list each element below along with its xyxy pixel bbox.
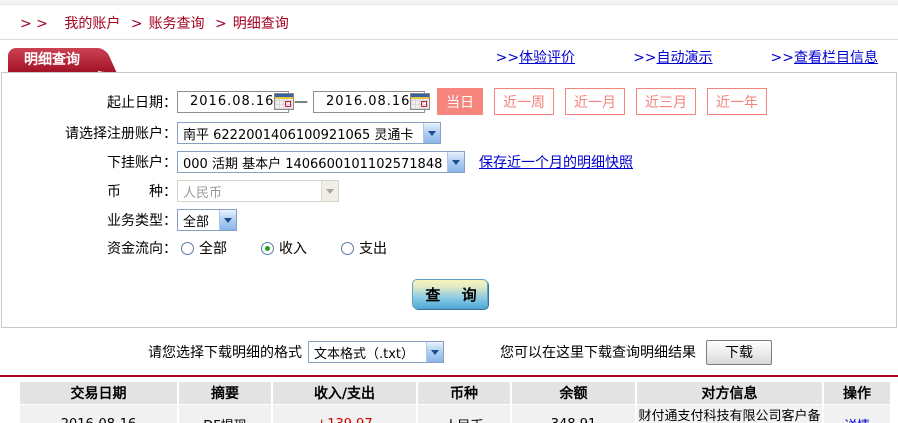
date-separator: — <box>294 93 308 110</box>
currency-select: 人民币 <box>177 180 339 202</box>
sub-account-row: 下挂账户： 000 活期 基本户 1406600101102571848 保存近… <box>2 151 896 173</box>
calendar-icon[interactable] <box>410 93 431 110</box>
quick-button-last-3-months[interactable]: 近三月 <box>636 88 696 115</box>
date-to-value: 2016.08.16 <box>326 94 411 109</box>
download-format-value: 文本格式（.txt） <box>314 346 415 362</box>
col-header-action: 操作 <box>824 382 890 404</box>
detail-link[interactable]: 详情 <box>844 419 870 423</box>
flow-radio-group: 全部 收入 支出 <box>181 238 387 258</box>
calendar-icon[interactable] <box>274 93 295 110</box>
download-row: 请您选择下载明细的格式 文本格式（.txt） 您可以在这里下载查询明细结果 下载 <box>148 339 898 365</box>
registered-account-select[interactable]: 南平 6222001406100921065 灵通卡 <box>177 122 441 144</box>
biz-type-label: 业务类型： <box>107 213 177 229</box>
col-header-amount: 收入/支出 <box>273 382 416 404</box>
currency-value: 人民币 <box>183 185 223 201</box>
col-header-counterparty: 对方信息 <box>637 382 822 404</box>
snapshot-link[interactable]: 保存近一个月的明细快照 <box>479 152 633 172</box>
flow-label: 资金流向： <box>107 241 177 257</box>
download-format-select[interactable]: 文本格式（.txt） <box>308 341 444 363</box>
download-hint: 您可以在这里下载查询明细结果 <box>500 345 696 361</box>
date-from-input[interactable]: 2016.08.16 <box>177 90 295 113</box>
radio-icon <box>181 241 194 255</box>
col-header-date: 交易日期 <box>20 382 177 404</box>
cell-balance: 348.91 <box>512 405 635 423</box>
chevron-down-icon[interactable] <box>447 152 464 172</box>
sub-account-value: 000 活期 基本户 1406600101102571848 <box>183 156 443 172</box>
quick-range-buttons: 当日 近一周 近一月 近三月 近一年 <box>437 88 767 115</box>
quick-button-last-month[interactable]: 近一月 <box>565 88 625 115</box>
table-header-row: 交易日期 摘要 收入/支出 币种 余额 对方信息 操作 <box>20 382 890 404</box>
flow-radio-all[interactable]: 全部 <box>181 238 227 258</box>
link-experience-rating[interactable]: >>体验评价 <box>496 47 575 67</box>
query-button[interactable]: 查 询 <box>412 279 488 309</box>
date-range-row: 起止日期： 2016.08.16 — 2016.08.16 当日 近一周 近一月… <box>2 88 896 115</box>
currency-label: 币 种： <box>107 184 177 200</box>
query-form: 起止日期： 2016.08.16 — 2016.08.16 当日 近一周 近一月… <box>1 72 897 328</box>
biz-type-select[interactable]: 全部 <box>177 209 237 231</box>
section-header: 明细查询 >>体验评价 >>自动演示 >>查看栏目信息 <box>0 44 898 72</box>
download-format-label: 请您选择下载明细的格式 <box>148 345 302 361</box>
cell-counterparty: 财付通支付科技有限公司客户备付金 <box>637 405 822 423</box>
cell-date: 2016-08-16 <box>20 405 177 423</box>
results-table: 交易日期 摘要 收入/支出 币种 余额 对方信息 操作 2016-08-16 D… <box>18 381 892 423</box>
quick-button-last-week[interactable]: 近一周 <box>494 88 554 115</box>
sub-account-label: 下挂账户： <box>107 155 177 171</box>
breadcrumb-item-detail-query[interactable]: 明细查询 <box>233 16 289 32</box>
header-links: >>体验评价 >>自动演示 >>查看栏目信息 <box>496 47 898 72</box>
flow-radio-income[interactable]: 收入 <box>261 238 307 258</box>
cell-summary: DF提现 <box>179 405 271 423</box>
date-from-value: 2016.08.16 <box>190 94 275 109</box>
link-view-column-info[interactable]: >>查看栏目信息 <box>771 47 878 67</box>
breadcrumb-prefix: > > <box>20 16 48 32</box>
quick-button-last-year[interactable]: 近一年 <box>707 88 767 115</box>
sub-account-select[interactable]: 000 活期 基本户 1406600101102571848 <box>177 151 465 173</box>
chevron-down-icon[interactable] <box>426 342 443 362</box>
breadcrumb-separator: > <box>215 16 227 32</box>
quick-button-today[interactable]: 当日 <box>437 88 483 115</box>
breadcrumb-item-account-query[interactable]: 账务查询 <box>149 16 205 32</box>
col-header-summary: 摘要 <box>179 382 271 404</box>
flow-row: 资金流向： 全部 收入 支出 <box>2 238 896 258</box>
flow-radio-expense[interactable]: 支出 <box>341 238 387 258</box>
chevron-down-icon[interactable] <box>219 210 236 230</box>
radio-icon <box>261 241 274 255</box>
breadcrumb: > > 我的账户 > 账务查询 > 明细查询 <box>0 5 898 39</box>
page: > > 我的账户 > 账务查询 > 明细查询 明细查询 >>体验评价 >>自动演示 … <box>0 0 898 423</box>
currency-row: 币 种： 人民币 <box>2 180 896 202</box>
biz-type-value: 全部 <box>183 214 210 230</box>
cell-currency: 人民币 <box>418 405 510 423</box>
radio-icon <box>341 241 354 255</box>
registered-account-value: 南平 6222001406100921065 灵通卡 <box>183 127 414 143</box>
biz-type-row: 业务类型： 全部 <box>2 209 896 231</box>
cell-amount: +139.97 <box>273 405 416 423</box>
date-range-label: 起止日期： <box>107 94 177 111</box>
download-button[interactable]: 下载 <box>706 339 772 365</box>
tab-detail-query[interactable]: 明细查询 <box>8 48 98 72</box>
breadcrumb-item-my-account[interactable]: 我的账户 <box>64 16 120 32</box>
table-row: 2016-08-16 DF提现 +139.97 人民币 348.91 财付通支付… <box>20 405 890 423</box>
date-to-input[interactable]: 2016.08.16 <box>313 90 431 113</box>
registered-account-row: 请选择注册账户： 南平 6222001406100921065 灵通卡 <box>2 122 896 144</box>
cell-action: 详情 <box>824 405 890 423</box>
chevron-down-icon[interactable] <box>423 123 440 143</box>
table-top-rule <box>0 375 898 377</box>
col-header-currency: 币种 <box>418 382 510 404</box>
col-header-balance: 余额 <box>512 382 635 404</box>
breadcrumb-separator: > <box>130 16 143 32</box>
breadcrumb-divider <box>0 39 898 40</box>
chevron-down-icon <box>321 181 338 201</box>
link-auto-demo[interactable]: >>自动演示 <box>633 47 712 67</box>
registered-account-label: 请选择注册账户： <box>65 126 177 142</box>
